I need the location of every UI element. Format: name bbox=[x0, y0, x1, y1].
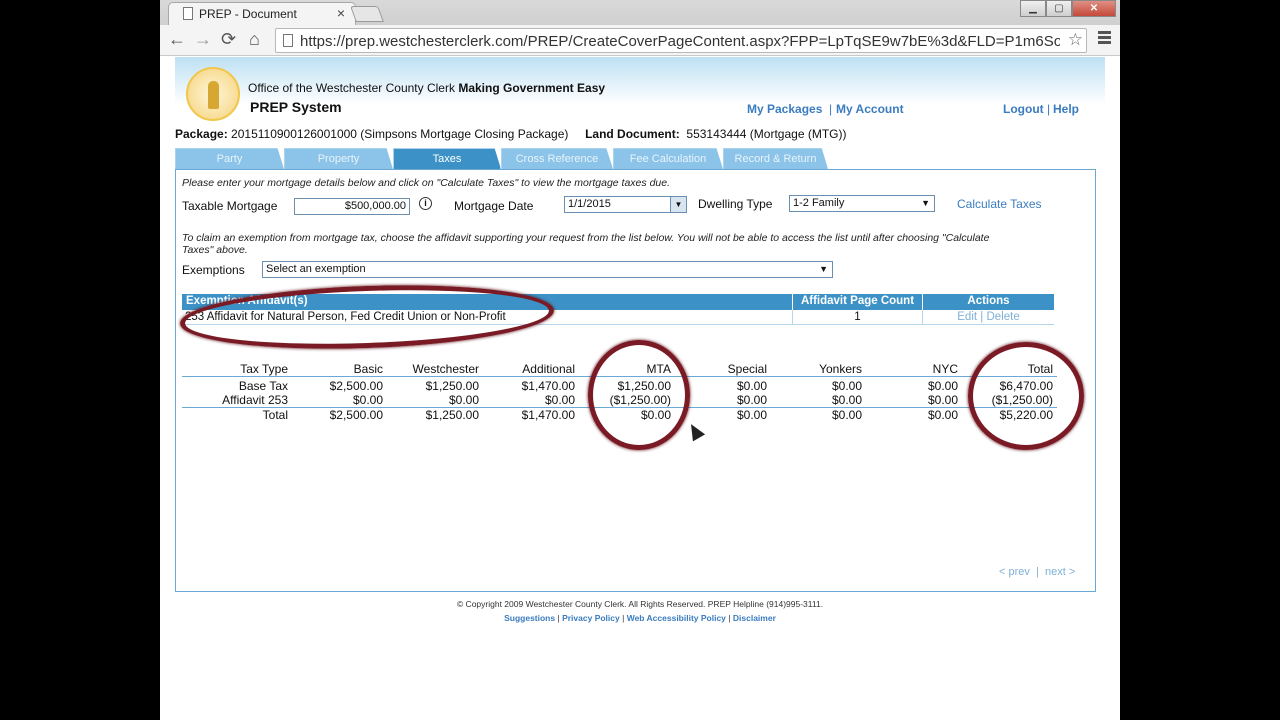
disclaimer-link[interactable]: Disclaimer bbox=[733, 613, 776, 623]
col-page-count: Affidavit Page Count bbox=[793, 294, 923, 310]
calendar-dropdown-icon[interactable]: ▼ bbox=[670, 197, 686, 212]
my-account-link[interactable]: My Account bbox=[836, 102, 904, 116]
taxable-mortgage-label: Taxable Mortgage bbox=[182, 199, 278, 213]
yonkers-cell: $0.00 bbox=[831, 393, 862, 407]
delete-link[interactable]: Delete bbox=[986, 311, 1019, 323]
menu-icon[interactable] bbox=[1098, 31, 1111, 46]
yonkers-cell: $0.00 bbox=[831, 408, 862, 422]
nyc-cell: $0.00 bbox=[927, 408, 958, 422]
minimize-icon[interactable]: ▁ bbox=[1020, 0, 1046, 17]
westchester-cell: $1,250.00 bbox=[425, 408, 479, 422]
page-icon bbox=[283, 34, 293, 47]
new-tab-button[interactable] bbox=[350, 6, 384, 22]
chevron-down-icon: ▼ bbox=[921, 198, 930, 208]
col-actions: Actions bbox=[967, 295, 1010, 307]
close-icon[interactable]: × bbox=[337, 5, 345, 21]
additional-cell: $1,470.00 bbox=[521, 379, 575, 393]
prev-link[interactable]: < prev bbox=[999, 566, 1030, 578]
tab-fee-calculation[interactable]: Fee Calculation bbox=[613, 148, 723, 169]
arrow-right-icon[interactable]: → bbox=[194, 29, 212, 50]
affidavit-actions: Edit | Delete bbox=[957, 311, 1020, 323]
annotation-circle-mta bbox=[588, 340, 690, 450]
additional-cell: $1,470.00 bbox=[521, 408, 575, 422]
calculate-taxes-link[interactable]: Calculate Taxes bbox=[957, 197, 1042, 211]
suggestions-link[interactable]: Suggestions bbox=[504, 613, 555, 623]
title-bar: PREP - Document × ▁ ▢ ✕ bbox=[160, 0, 1120, 25]
home-icon[interactable]: ⌂ bbox=[249, 29, 260, 50]
office-title: Office of the Westchester County Clerk M… bbox=[248, 81, 606, 95]
reload-icon[interactable]: ⟳ bbox=[221, 29, 236, 50]
taxable-mortgage-input[interactable]: $500,000.00 bbox=[294, 198, 410, 215]
window-controls: ▁ ▢ ✕ bbox=[1020, 0, 1116, 18]
col-westchester: Westchester bbox=[412, 362, 479, 376]
col-tax-type: Tax Type bbox=[240, 362, 288, 376]
my-packages-link[interactable]: My Packages bbox=[747, 102, 822, 116]
address-bar[interactable]: https://prep.westchesterclerk.com/PREP/C… bbox=[275, 28, 1087, 53]
copyright-text: © Copyright 2009 Westchester County Cler… bbox=[456, 599, 824, 609]
next-link[interactable]: next > bbox=[1045, 566, 1075, 578]
basic-cell: $0.00 bbox=[352, 393, 383, 407]
basic-cell: $2,500.00 bbox=[329, 408, 383, 422]
county-seal-logo bbox=[186, 67, 240, 121]
browser-window: PREP - Document × ▁ ▢ ✕ ← → ⟳ ⌂ https://… bbox=[160, 0, 1120, 720]
tab-cross-reference[interactable]: Cross Reference bbox=[501, 148, 613, 169]
col-basic: Basic bbox=[353, 362, 383, 376]
maximize-icon[interactable]: ▢ bbox=[1046, 0, 1072, 17]
tax-type-cell: Affidavit 253 bbox=[222, 393, 288, 407]
star-icon[interactable]: ☆ bbox=[1068, 30, 1083, 50]
basic-cell: $2,500.00 bbox=[329, 379, 383, 393]
special-cell: $0.00 bbox=[736, 393, 767, 407]
westchester-cell: $0.00 bbox=[448, 393, 479, 407]
page-content: Office of the Westchester County Clerk M… bbox=[160, 57, 1120, 720]
nyc-cell: $0.00 bbox=[927, 393, 958, 407]
edit-link[interactable]: Edit bbox=[957, 311, 977, 323]
browser-toolbar: ← → ⟳ ⌂ https://prep.westchesterclerk.co… bbox=[160, 25, 1120, 56]
help-link[interactable]: Help bbox=[1053, 102, 1079, 116]
accessibility-policy-link[interactable]: Web Accessibility Policy bbox=[627, 613, 726, 623]
special-cell: $0.00 bbox=[736, 379, 767, 393]
header-separator: | bbox=[829, 102, 833, 116]
header-separator: | bbox=[1047, 102, 1051, 116]
pager: < prev | next > bbox=[999, 566, 1076, 578]
tab-record-return[interactable]: Record & Return bbox=[723, 148, 828, 169]
tab-title: PREP - Document bbox=[199, 7, 297, 21]
dwelling-type-select[interactable]: 1-2 Family ▼ bbox=[789, 195, 935, 212]
mortgage-date-label: Mortgage Date bbox=[454, 199, 534, 213]
nyc-cell: $0.00 bbox=[927, 379, 958, 393]
chevron-down-icon: ▼ bbox=[819, 264, 828, 274]
exemptions-select[interactable]: Select an exemption ▼ bbox=[262, 261, 833, 278]
logout-link[interactable]: Logout bbox=[1003, 102, 1044, 116]
package-info: Package: 201511090012600100​0 (Simpsons … bbox=[175, 127, 847, 141]
special-cell: $0.00 bbox=[736, 408, 767, 422]
tax-type-cell: Total bbox=[262, 408, 288, 422]
yonkers-cell: $0.00 bbox=[831, 379, 862, 393]
col-yonkers: Yonkers bbox=[819, 362, 862, 376]
tab-property[interactable]: Property bbox=[284, 148, 393, 169]
westchester-cell: $1,250.00 bbox=[425, 379, 479, 393]
info-icon[interactable]: i bbox=[419, 197, 432, 210]
dwelling-type-label: Dwelling Type bbox=[698, 197, 773, 211]
instruction-text: Please enter your mortgage details below… bbox=[182, 177, 671, 189]
browser-tab[interactable]: PREP - Document × bbox=[168, 2, 356, 25]
url-text: https://prep.westchesterclerk.com/PREP/C… bbox=[300, 33, 1060, 50]
mortgage-date-input[interactable]: 1/1/2015 ▼ bbox=[564, 196, 687, 213]
exemption-instruction-cont: Taxes" above. bbox=[182, 244, 248, 256]
col-additional: Additional bbox=[522, 362, 575, 376]
document-icon bbox=[183, 7, 193, 20]
system-title: PREP System bbox=[250, 99, 342, 115]
exemption-instruction: To claim an exemption from mortgage tax,… bbox=[182, 232, 990, 244]
arrow-left-icon[interactable]: ← bbox=[168, 29, 186, 50]
col-nyc: NYC bbox=[932, 362, 958, 376]
tab-party[interactable]: Party bbox=[175, 148, 284, 169]
col-special: Special bbox=[727, 362, 767, 376]
annotation-circle-total bbox=[968, 342, 1084, 450]
additional-cell: $0.00 bbox=[544, 393, 575, 407]
tax-type-cell: Base Tax bbox=[238, 379, 288, 393]
privacy-policy-link[interactable]: Privacy Policy bbox=[562, 613, 620, 623]
footer: © Copyright 2009 Westchester County Cler… bbox=[160, 599, 1120, 623]
window-close-icon[interactable]: ✕ bbox=[1072, 0, 1116, 17]
tab-taxes[interactable]: Taxes bbox=[393, 148, 501, 169]
exemptions-label: Exemptions bbox=[182, 263, 245, 277]
affidavit-page-count: 1 bbox=[793, 310, 923, 324]
